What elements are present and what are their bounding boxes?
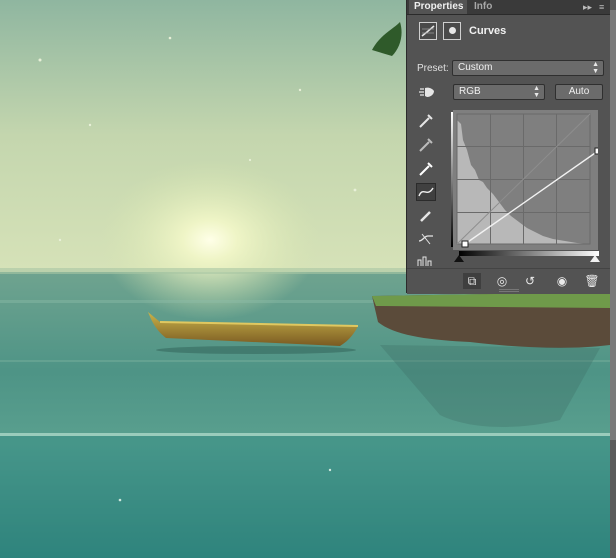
- curve-point-white: [594, 147, 602, 155]
- black-input-slider[interactable]: [454, 255, 464, 262]
- double-chevron-right-icon[interactable]: ▸▸: [583, 0, 597, 14]
- white-input-slider[interactable]: [590, 255, 600, 262]
- targeted-adjustment-hand-icon[interactable]: [417, 85, 437, 99]
- preset-dropdown[interactable]: Custom ▲ ▼: [452, 60, 604, 76]
- channel-dropdown[interactable]: RGB ▲ ▼: [453, 84, 545, 100]
- panel-resize-grip[interactable]: [499, 289, 519, 292]
- pencil-draw-icon[interactable]: [416, 207, 436, 225]
- curves-adjustment-icon[interactable]: [419, 22, 437, 40]
- layer-mask-icon[interactable]: [443, 22, 461, 40]
- input-gradient-bar: [459, 251, 599, 256]
- panel-header: Curves: [407, 16, 611, 46]
- curves-graph[interactable]: [453, 110, 602, 250]
- curve-point-black: [461, 240, 469, 248]
- visibility-eye-icon[interactable]: ◉: [553, 273, 571, 289]
- scrollbar-thumb[interactable]: [610, 10, 616, 440]
- curve-edit-icon[interactable]: [416, 183, 436, 201]
- tab-properties[interactable]: Properties: [409, 0, 467, 14]
- reset-icon[interactable]: ↺: [521, 273, 539, 289]
- preset-label: Preset:: [417, 63, 449, 74]
- channel-value: RGB: [459, 86, 481, 97]
- view-previous-state-icon[interactable]: ◎: [493, 273, 511, 289]
- chevron-up-down-icon: ▲ ▼: [533, 85, 540, 99]
- black-point-eyedropper-icon[interactable]: [416, 112, 436, 130]
- smooth-curve-icon[interactable]: [416, 230, 436, 248]
- auto-button[interactable]: Auto: [555, 84, 603, 100]
- chevron-up-down-icon: ▲ ▼: [592, 61, 599, 75]
- properties-panel: Properties Info ▸▸ ≡ Curves Preset: Cust…: [406, 0, 611, 294]
- white-point-eyedropper-icon[interactable]: [416, 160, 436, 178]
- panel-tab-bar: Properties Info ▸▸ ≡: [407, 0, 611, 15]
- panel-title: Curves: [469, 25, 507, 37]
- clip-to-layer-icon[interactable]: ⧉: [463, 273, 481, 289]
- tab-info[interactable]: Info: [469, 0, 501, 14]
- trash-icon[interactable]: 🗑: [583, 273, 601, 289]
- preset-value: Custom: [458, 62, 493, 73]
- gray-point-eyedropper-icon[interactable]: [416, 136, 436, 154]
